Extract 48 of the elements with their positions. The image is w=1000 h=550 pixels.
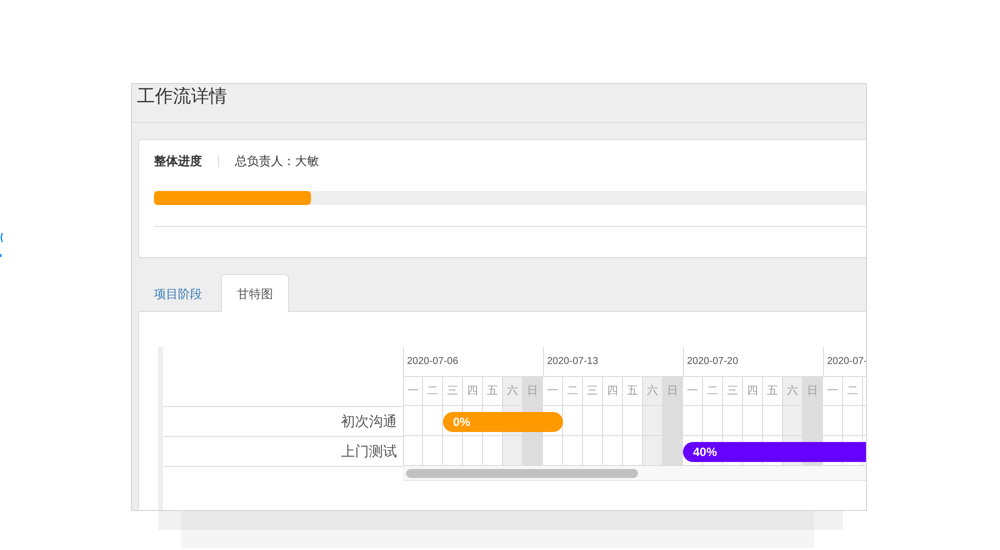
weekday-cell: 六 xyxy=(503,377,523,406)
weekday-cell: 六 xyxy=(643,377,663,406)
gantt-cell xyxy=(723,406,743,436)
cropped-mark-icon xyxy=(0,233,3,258)
gantt-cell xyxy=(683,406,703,436)
weekday-cell: 二 xyxy=(843,377,863,406)
gantt-cell xyxy=(843,406,863,436)
scrollbar-thumb[interactable] xyxy=(406,469,638,478)
weekday-cell: 日 xyxy=(663,377,683,406)
weekday-cell: 日 xyxy=(803,377,823,406)
weekday-cell: 四 xyxy=(743,377,763,406)
tab[interactable]: 甘特图 xyxy=(221,274,289,312)
weekday-cell: 三 xyxy=(443,377,463,406)
weekday-cell: 二 xyxy=(563,377,583,406)
weekday-cell: 三 xyxy=(723,377,743,406)
weekday-cell: 六 xyxy=(783,377,803,406)
gantt-cell xyxy=(563,406,583,436)
weekday-cell: 四 xyxy=(603,377,623,406)
gantt-cell xyxy=(743,406,763,436)
section-label: 整体进度 xyxy=(154,154,202,168)
window-title: 工作流详情 xyxy=(137,85,227,107)
gantt-cell xyxy=(583,406,603,436)
owner-text: 总负责人：大敏 xyxy=(235,154,319,168)
gantt-cell xyxy=(663,436,683,466)
weekday-cell: 四 xyxy=(463,377,483,406)
weekday-cell: 一 xyxy=(403,377,423,406)
task-bar[interactable]: 40% xyxy=(683,442,866,462)
scrollbar-track[interactable] xyxy=(403,466,866,481)
gantt-cell xyxy=(783,406,803,436)
task-name: 初次沟通 xyxy=(163,406,403,436)
gantt-cell xyxy=(403,406,423,436)
weekday-cell: 一 xyxy=(823,377,843,406)
gantt-cell xyxy=(423,406,443,436)
gantt-cell xyxy=(503,436,523,466)
gantt-cell xyxy=(643,436,663,466)
gantt-cell xyxy=(643,406,663,436)
weekday-cell: 二 xyxy=(703,377,723,406)
weekday-cell: 一 xyxy=(683,377,703,406)
weekday-cell: 三 xyxy=(583,377,603,406)
tab[interactable]: 项目阶段 xyxy=(138,274,218,312)
task-name: 上门测试 xyxy=(163,436,403,466)
gantt-cell xyxy=(603,406,623,436)
weekday-cell: 日 xyxy=(523,377,543,406)
gantt-cell xyxy=(823,406,843,436)
gantt-cell xyxy=(703,406,723,436)
weekday-cell: 二 xyxy=(423,377,443,406)
gantt-cell xyxy=(523,436,543,466)
weekday-cell: 一 xyxy=(543,377,563,406)
